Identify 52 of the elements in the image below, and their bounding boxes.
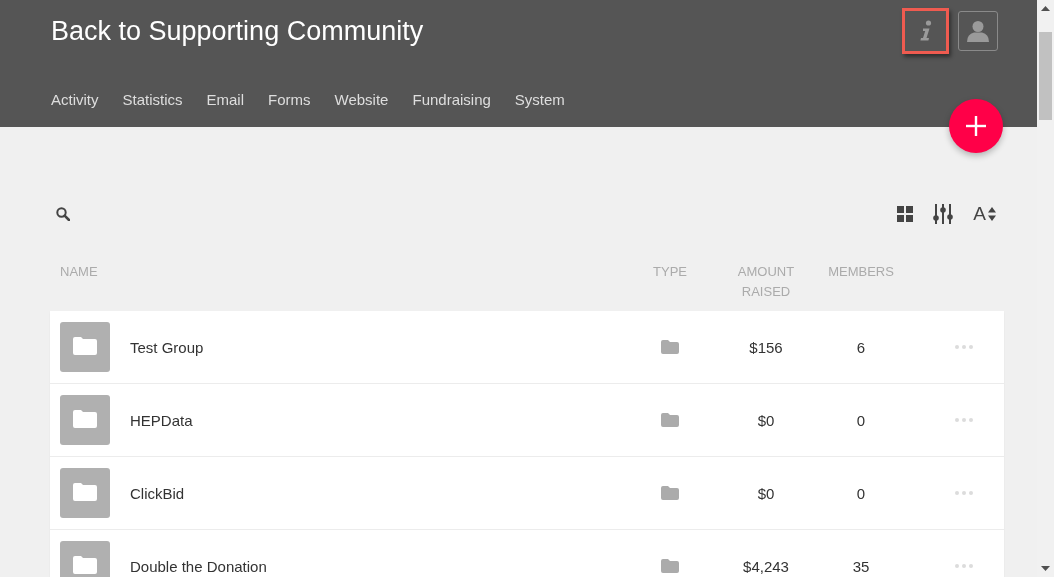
column-header: MEMBERS [828,263,894,281]
sliders-icon [933,204,954,224]
amount-raised-cell: $0 [757,411,775,429]
profile-button[interactable] [958,11,998,51]
nav-tab[interactable]: Forms [268,90,311,112]
nav-tab[interactable]: System [514,90,565,112]
info-button[interactable] [902,8,949,54]
column-header: NAME [60,263,98,281]
group-name[interactable]: Double the Donation [130,557,267,575]
filter-button[interactable] [933,204,954,224]
folder-icon [661,413,679,427]
group-name[interactable]: Test Group [130,338,204,356]
column-header: TYPE [653,263,687,281]
plus-icon [966,116,986,136]
down-arrow-icon [1041,566,1050,571]
search-icon [56,207,70,221]
nav-tab[interactable]: Website [334,90,389,112]
folder-icon [661,486,679,500]
grid-icon [897,206,914,222]
ellipsis-icon [955,345,973,349]
members-cell: 0 [856,411,866,429]
group-name[interactable]: HEPData [130,411,193,429]
members-cell: 35 [852,557,870,575]
sort-button[interactable]: A [973,203,996,225]
up-arrow-icon [1041,6,1050,11]
members-cell: 0 [856,484,866,502]
amount-raised-cell: $156 [749,338,783,356]
search-button[interactable] [56,207,70,221]
person-icon [967,20,989,42]
info-icon [918,20,933,42]
ellipsis-icon [955,491,973,495]
nav-tab[interactable]: Statistics [122,90,183,112]
amount-raised-cell: $4,243 [743,557,789,575]
scrollbar-thumb[interactable] [1039,32,1052,120]
column-header: AMOUNT RAISED [736,263,796,301]
nav-tab[interactable]: Email [206,90,245,112]
members-cell: 6 [856,338,866,356]
ellipsis-icon [955,564,973,568]
add-button[interactable] [949,99,1003,153]
nav-tab[interactable]: Activity [51,90,99,112]
back-link[interactable]: Back to Supporting Community [51,15,424,46]
folder-icon [661,559,679,573]
folder-icon [60,395,110,445]
folder-icon [60,322,110,372]
grid-view-button[interactable] [897,206,914,222]
ellipsis-icon [955,418,973,422]
sort-arrows-icon [988,207,996,221]
folder-icon [661,340,679,354]
amount-raised-cell: $0 [757,484,775,502]
folder-icon [60,468,110,518]
group-name[interactable]: ClickBid [130,484,185,502]
nav-tab[interactable]: Fundraising [412,90,491,112]
